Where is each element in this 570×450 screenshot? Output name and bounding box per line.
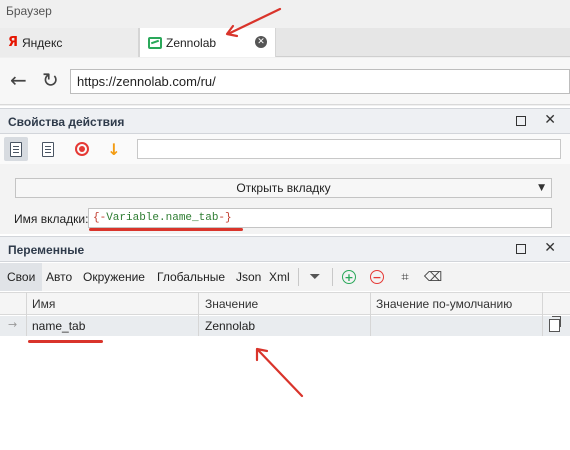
annotation-arrows xyxy=(225,7,304,398)
annotation-arrow-tab xyxy=(225,7,282,38)
annotation-arrow-row xyxy=(255,347,304,398)
